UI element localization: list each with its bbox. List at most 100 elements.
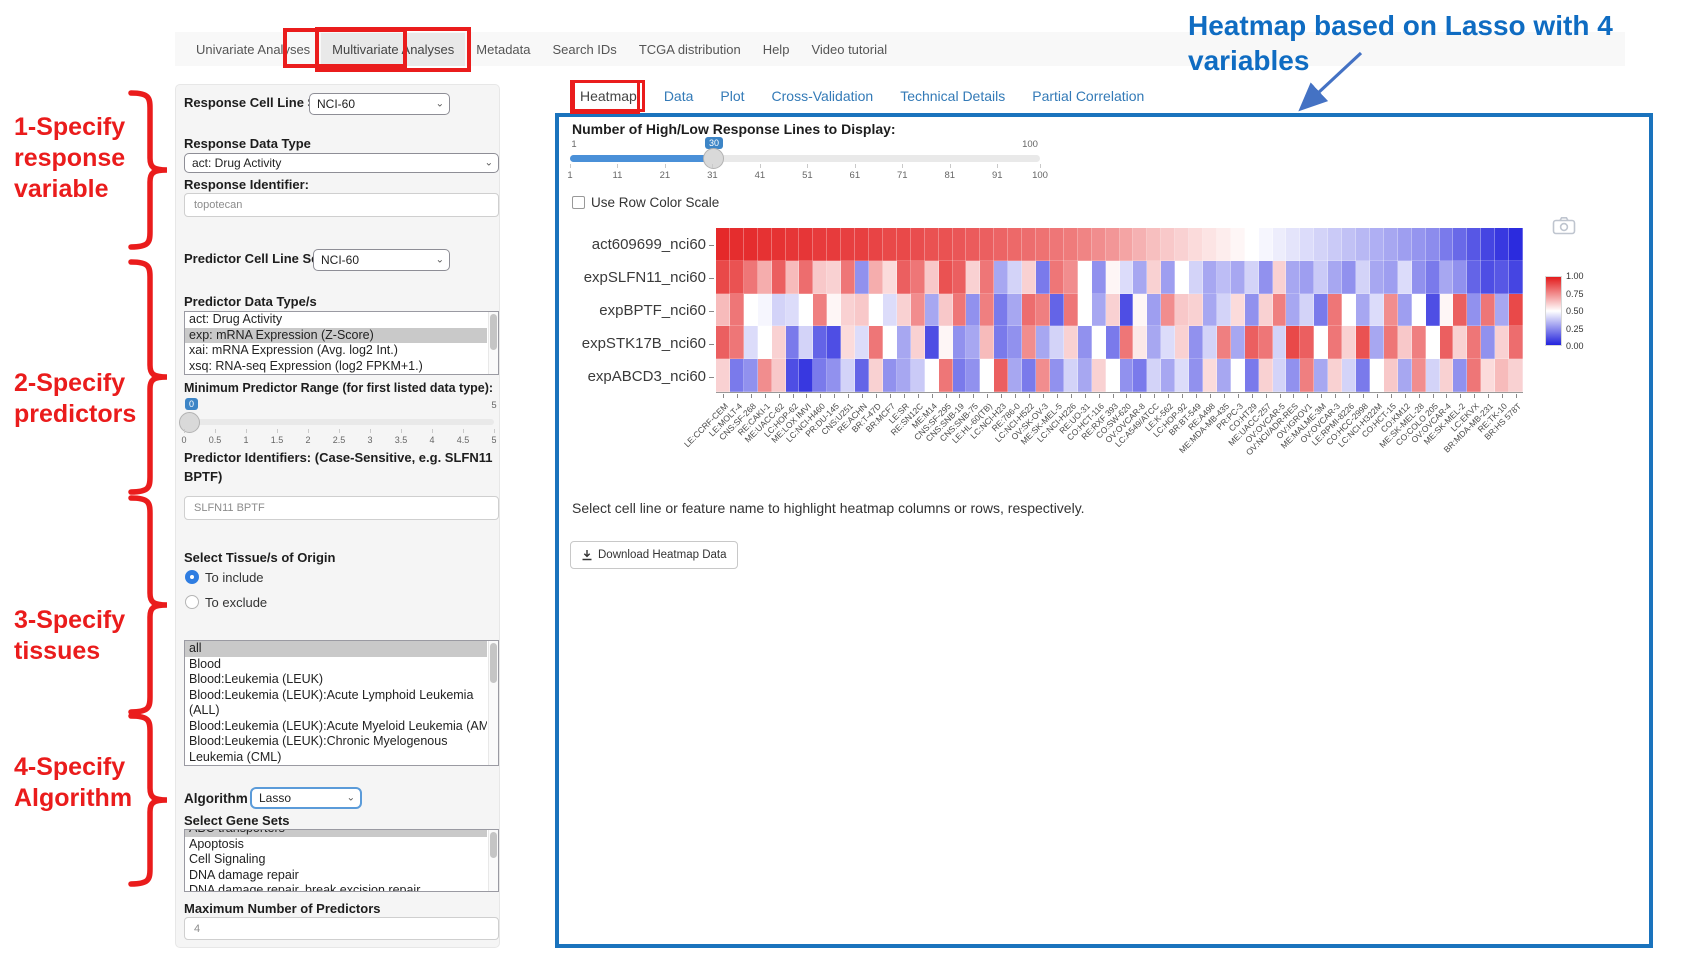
algorithm-select[interactable]: Lasso ⌄ <box>250 787 362 809</box>
scrollbar-thumb[interactable] <box>490 832 497 858</box>
heatmap-cell[interactable] <box>883 359 897 392</box>
heatmap-cell[interactable] <box>813 359 827 392</box>
list-item[interactable]: Blood:Leukemia (LEUK):Acute Myeloid Leuk… <box>185 719 487 735</box>
heatmap-cell[interactable] <box>869 228 883 261</box>
heatmap-cell[interactable] <box>1328 294 1342 327</box>
heatmap-cell[interactable] <box>1175 326 1189 359</box>
heatmap-cell[interactable] <box>1092 359 1106 392</box>
slider-handle[interactable] <box>179 412 200 433</box>
heatmap-cell[interactable] <box>1245 261 1259 294</box>
heatmap-cell[interactable] <box>1203 359 1217 392</box>
heatmap-cell[interactable] <box>925 359 939 392</box>
heatmap-cell[interactable] <box>1106 359 1120 392</box>
heatmap-cell[interactable] <box>980 261 994 294</box>
heatmap-cell[interactable] <box>1133 261 1147 294</box>
max-predictors-input[interactable]: 4 <box>184 917 499 940</box>
list-item[interactable]: Blood:Leukemia (LEUK):Acute Lymphoid Leu… <box>185 688 487 719</box>
heatmap-cell[interactable] <box>1300 228 1314 261</box>
heatmap-cell[interactable] <box>1509 228 1523 261</box>
heatmap-cell[interactable] <box>1217 261 1231 294</box>
heatmap-cell[interactable] <box>1092 326 1106 359</box>
heatmap-cell[interactable] <box>1036 326 1050 359</box>
heatmap-cell[interactable] <box>1370 326 1384 359</box>
list-item[interactable]: Blood:Leukemia (LEUK):Chronic Myelogenou… <box>185 734 487 765</box>
heatmap-cell[interactable] <box>1259 326 1273 359</box>
heatmap-cell[interactable] <box>786 294 800 327</box>
heatmap-cell[interactable] <box>953 261 967 294</box>
heatmap-cell[interactable] <box>939 294 953 327</box>
heatmap-cell[interactable] <box>730 359 744 392</box>
heatmap-cell[interactable] <box>827 359 841 392</box>
heatmap-cell[interactable] <box>1273 326 1287 359</box>
heatmap-cell[interactable] <box>744 261 758 294</box>
heatmap-cell[interactable] <box>758 294 772 327</box>
list-item[interactable]: exp: mRNA Expression (Z-Score) <box>185 328 487 344</box>
heatmap-cell[interactable] <box>1453 294 1467 327</box>
heatmap-cell[interactable] <box>1286 261 1300 294</box>
heatmap-cell[interactable] <box>1259 294 1273 327</box>
heatmap-cell[interactable] <box>827 294 841 327</box>
slider-handle[interactable] <box>703 148 724 169</box>
heatmap-cell[interactable] <box>1467 228 1481 261</box>
heatmap-cell[interactable] <box>1453 261 1467 294</box>
heatmap-row-label[interactable]: act609699_nci60 <box>576 236 706 253</box>
heatmap-cell[interactable] <box>1370 359 1384 392</box>
heatmap-cell[interactable] <box>1133 294 1147 327</box>
heatmap-cell[interactable] <box>716 326 730 359</box>
heatmap-cell[interactable] <box>772 294 786 327</box>
heatmap-cell[interactable] <box>925 326 939 359</box>
heatmap-cell[interactable] <box>1036 261 1050 294</box>
heatmap-cell[interactable] <box>716 228 730 261</box>
heatmap-cell[interactable] <box>841 228 855 261</box>
heatmap-cell[interactable] <box>911 294 925 327</box>
heatmap-cell[interactable] <box>1440 261 1454 294</box>
heatmap-cell[interactable] <box>786 326 800 359</box>
list-item[interactable]: xai: mRNA Expression (Avg. log2 Int.) <box>185 343 487 359</box>
heatmap-cell[interactable] <box>1273 294 1287 327</box>
heatmap-cell[interactable] <box>1106 261 1120 294</box>
heatmap-cell[interactable] <box>1050 326 1064 359</box>
heatmap-cell[interactable] <box>1356 294 1370 327</box>
heatmap-cell[interactable] <box>911 326 925 359</box>
heatmap-cell[interactable] <box>1398 326 1412 359</box>
heatmap-cell[interactable] <box>1036 228 1050 261</box>
heatmap-cell[interactable] <box>1161 326 1175 359</box>
list-item[interactable]: DNA damage repair, break excision repair <box>185 883 487 892</box>
heatmap-cell[interactable] <box>1147 294 1161 327</box>
heatmap-cell[interactable] <box>1259 228 1273 261</box>
heatmap-cell[interactable] <box>1412 228 1426 261</box>
heatmap-row-label[interactable]: expSTK17B_nci60 <box>576 335 706 352</box>
heatmap-cell[interactable] <box>827 261 841 294</box>
heatmap-cell[interactable] <box>1314 294 1328 327</box>
heatmap-cell[interactable] <box>772 359 786 392</box>
heatmap-cell[interactable] <box>911 359 925 392</box>
heatmap-cell[interactable] <box>813 294 827 327</box>
heatmap-cell[interactable] <box>869 326 883 359</box>
heatmap-cell[interactable] <box>1189 261 1203 294</box>
heatmap-cell[interactable] <box>1161 228 1175 261</box>
heatmap-cell[interactable] <box>730 326 744 359</box>
heatmap-cell[interactable] <box>716 261 730 294</box>
heatmap-cell[interactable] <box>1064 228 1078 261</box>
heatmap-cell[interactable] <box>897 294 911 327</box>
heatmap-cell[interactable] <box>953 228 967 261</box>
heatmap-cell[interactable] <box>786 261 800 294</box>
heatmap-cell[interactable] <box>1467 294 1481 327</box>
heatmap-cell[interactable] <box>1412 326 1426 359</box>
heatmap-cell[interactable] <box>1356 261 1370 294</box>
heatmap-cell[interactable] <box>1036 359 1050 392</box>
heatmap-cell[interactable] <box>1231 326 1245 359</box>
heatmap-cell[interactable] <box>1050 261 1064 294</box>
heatmap-cell[interactable] <box>1481 261 1495 294</box>
heatmap-cell[interactable] <box>1481 359 1495 392</box>
heatmap-cell[interactable] <box>1078 359 1092 392</box>
heatmap-cell[interactable] <box>1064 359 1078 392</box>
heatmap-cell[interactable] <box>1370 294 1384 327</box>
heatmap-cell[interactable] <box>799 294 813 327</box>
heatmap-cell[interactable] <box>813 228 827 261</box>
heatmap-cell[interactable] <box>1481 294 1495 327</box>
heatmap-cell[interactable] <box>772 261 786 294</box>
heatmap-cell[interactable] <box>1495 359 1509 392</box>
heatmap-cell[interactable] <box>1175 359 1189 392</box>
heatmap-cell[interactable] <box>883 228 897 261</box>
